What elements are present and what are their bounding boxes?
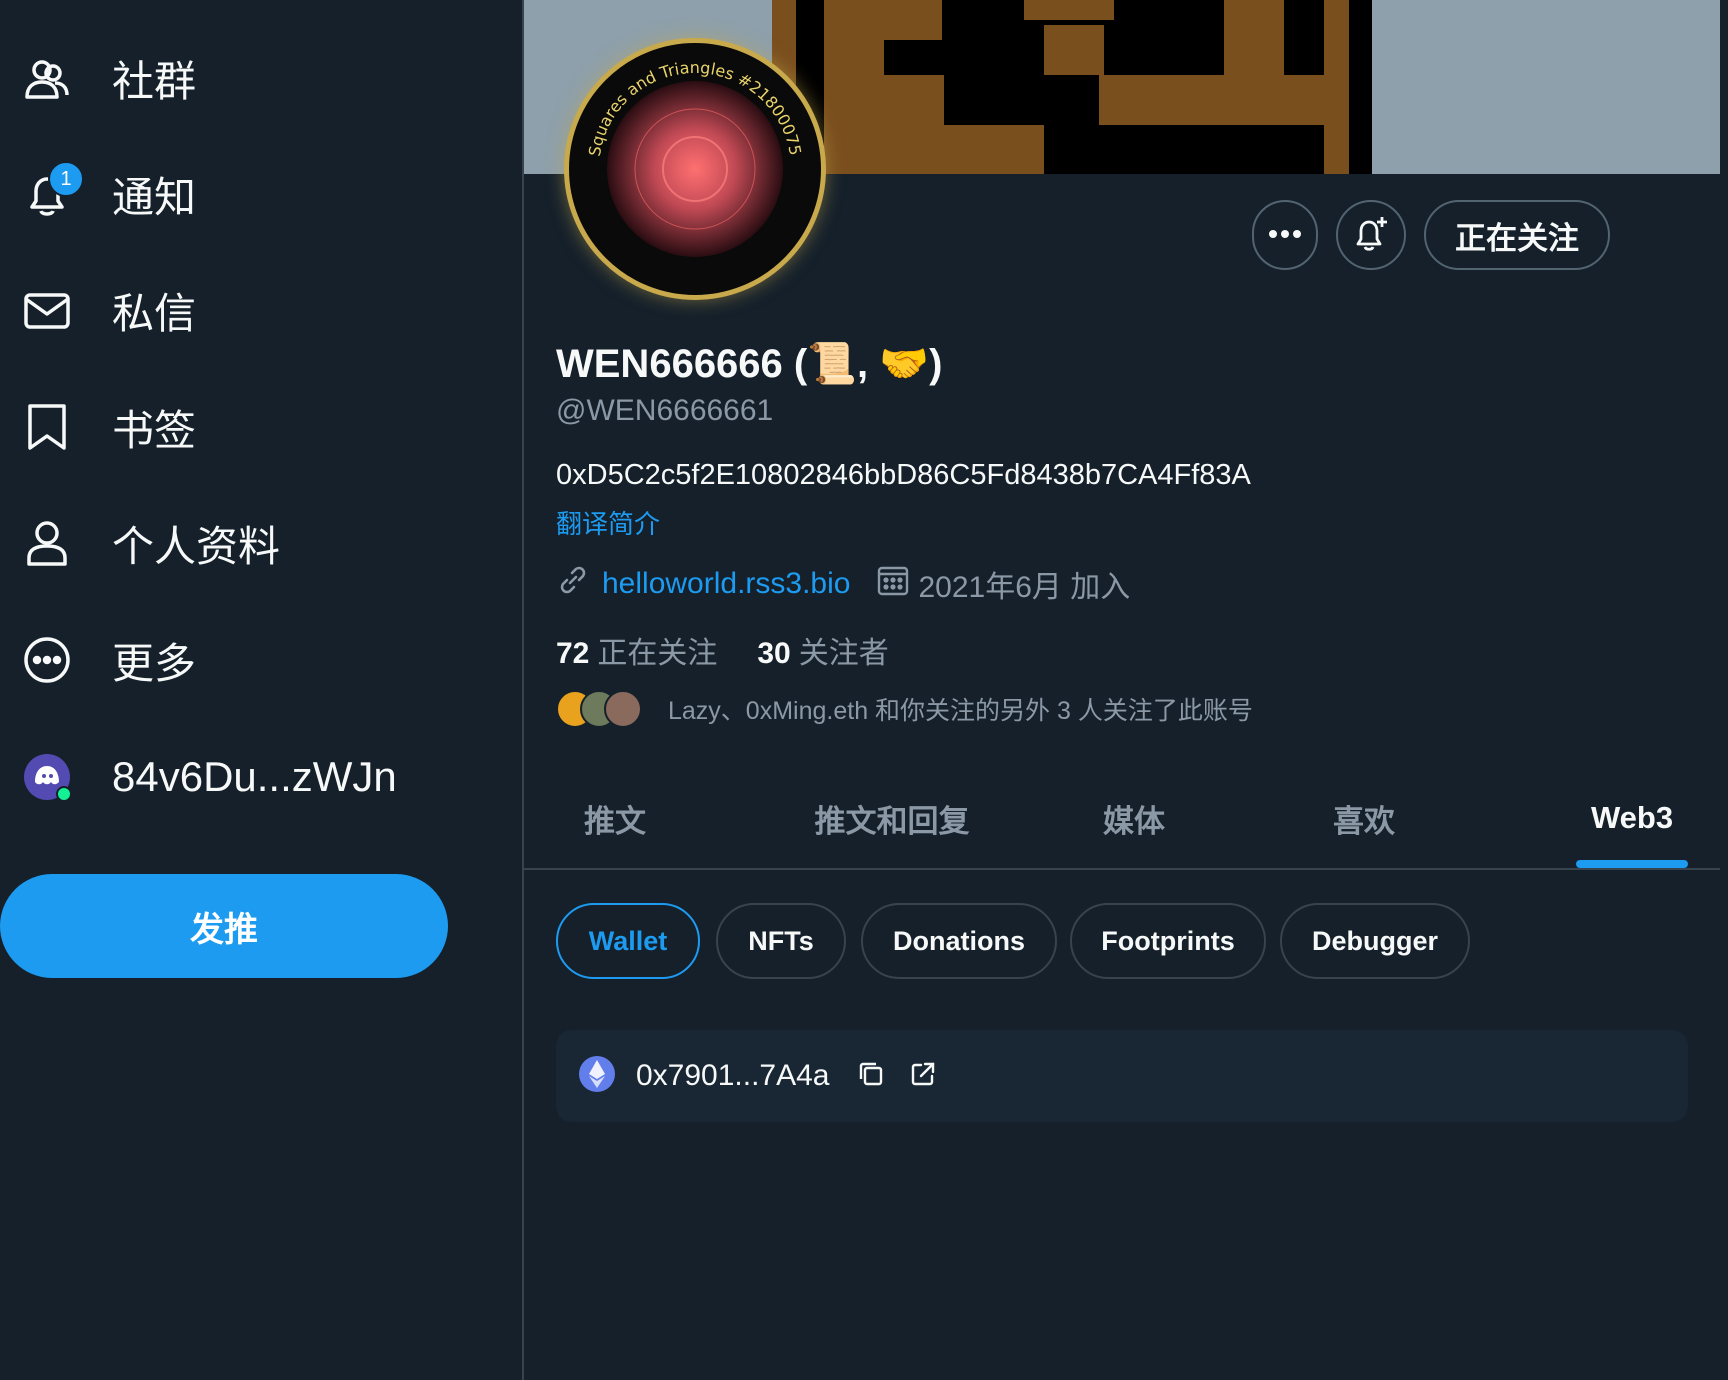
sidebar-item-profile[interactable]: 个人资料: [22, 513, 280, 573]
active-tab-indicator: [1576, 860, 1688, 868]
mail-icon: [22, 285, 72, 335]
tab-web3[interactable]: Web3: [1564, 770, 1700, 866]
calendar-icon: [876, 563, 910, 605]
link-icon: [556, 563, 590, 605]
person-icon: [22, 518, 72, 568]
bookmark-icon: [22, 402, 72, 452]
tabs-divider: [524, 868, 1720, 870]
tab-likes[interactable]: 喜欢: [1304, 770, 1424, 866]
notification-badge: 1: [48, 161, 84, 197]
tweet-button[interactable]: 发推: [0, 874, 448, 978]
avatar: [604, 690, 642, 728]
chip-nfts[interactable]: NFTs: [716, 903, 846, 979]
followed-by-text: Lazy、0xMing.eth 和你关注的另外 3 人关注了此账号: [668, 697, 1253, 725]
sidebar-item-label: 个人资料: [112, 522, 281, 570]
bio: 0xD5C2c5f2E10802846bbD86C5Fd8438b7CA4Ff8…: [556, 459, 1251, 491]
sidebar-item-notifications[interactable]: 1 通知: [22, 161, 197, 224]
chip-wallet[interactable]: Wallet: [556, 903, 700, 979]
more-circle-icon: [22, 635, 72, 685]
chip-debugger[interactable]: Debugger: [1280, 903, 1470, 979]
sidebar-item-wallet[interactable]: 84v6Du...zWJn: [22, 747, 397, 807]
tab-tweets[interactable]: 推文: [560, 770, 670, 866]
display-name: WEN666666 (📜, 🤝): [556, 340, 942, 387]
profile-tabs: 推文 推文和回复 媒体 喜欢 Web3: [524, 770, 1720, 870]
sidebar-item-label: 私信: [112, 289, 197, 337]
copy-icon[interactable]: [856, 1059, 886, 1094]
sidebar-item-label: 84v6Du...zWJn: [112, 753, 397, 800]
wallet-card: 0x7901...7A4a: [556, 1030, 1688, 1122]
sidebar-item-messages[interactable]: 私信: [22, 280, 196, 340]
translate-bio-link[interactable]: 翻译简介: [556, 504, 660, 541]
communities-icon: [22, 53, 72, 103]
handle: @WEN6666661: [556, 394, 774, 427]
following-label: 正在关注: [597, 637, 718, 670]
more-options-button[interactable]: [1252, 200, 1318, 270]
following-stat[interactable]: 72 正在关注: [556, 628, 717, 672]
website-link[interactable]: helloworld.rss3.bio: [602, 567, 850, 601]
sidebar: 社群 1 通知 私信 书签 个人资料 更多 84v6Du...zWJn 发推: [0, 0, 522, 1380]
ellipsis-icon: [1268, 226, 1302, 244]
external-link-icon[interactable]: [908, 1059, 938, 1094]
tab-media[interactable]: 媒体: [1074, 770, 1194, 866]
profile-main: Squares and Triangles #21800075 正在关注 WEN…: [524, 0, 1720, 1380]
profile-avatar[interactable]: Squares and Triangles #21800075: [564, 38, 826, 300]
followers-count: 30: [757, 637, 791, 670]
notify-button[interactable]: [1336, 200, 1406, 270]
followed-by[interactable]: Lazy、0xMing.eth 和你关注的另外 3 人关注了此账号: [556, 690, 1253, 728]
following-button[interactable]: 正在关注: [1424, 200, 1610, 270]
sidebar-item-label: 社群: [112, 57, 197, 105]
chip-footprints[interactable]: Footprints: [1070, 903, 1266, 979]
following-count: 72: [556, 637, 590, 670]
sidebar-item-label: 书签: [112, 406, 197, 454]
sidebar-item-label: 更多: [112, 639, 197, 687]
chip-donations[interactable]: Donations: [861, 903, 1057, 979]
profile-meta: helloworld.rss3.bio 2021年6月 加入: [556, 562, 1130, 606]
bell-icon: 1: [22, 161, 84, 219]
sidebar-item-bookmarks[interactable]: 书签: [22, 397, 196, 457]
wallet-address: 0x7901...7A4a: [636, 1059, 830, 1092]
display-name-text: WEN666666 (📜, 🤝): [556, 342, 943, 386]
sidebar-item-more[interactable]: 更多: [22, 630, 196, 690]
followers-label: 关注者: [798, 637, 889, 670]
follow-stats: 72 正在关注 30 关注者: [556, 628, 889, 672]
sidebar-item-label: 通知: [112, 173, 197, 221]
tab-tweets-replies[interactable]: 推文和回复: [792, 770, 992, 866]
bell-plus-icon: [1351, 213, 1391, 258]
joined-date: 2021年6月 加入: [918, 571, 1131, 604]
followers-stat[interactable]: 30 关注者: [757, 628, 888, 672]
ethereum-icon: [578, 1055, 616, 1098]
ghost-wallet-icon: [22, 752, 72, 802]
sidebar-item-communities[interactable]: 社群: [22, 48, 196, 108]
